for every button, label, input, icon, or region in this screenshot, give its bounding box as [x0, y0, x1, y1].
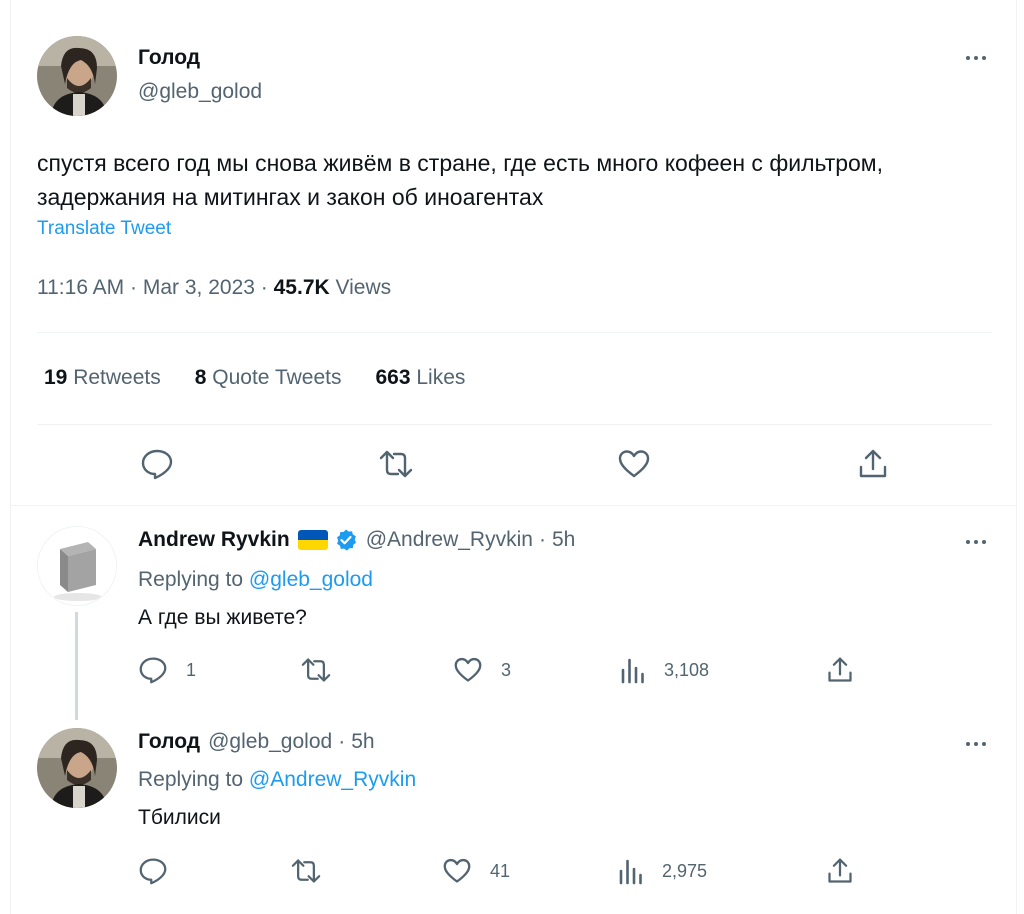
retweets-count: 19 — [44, 366, 68, 389]
analytics-icon — [619, 859, 642, 885]
meta-separator: · — [260, 276, 268, 299]
reply-author-avatar[interactable] — [37, 728, 117, 808]
replying-to-label: Replying to — [138, 768, 244, 791]
analytics-icon — [621, 658, 644, 684]
reply-separator: · — [538, 528, 546, 551]
reply-separator: · — [338, 730, 346, 753]
like-icon — [618, 450, 650, 478]
share-button[interactable] — [826, 655, 854, 685]
like-button[interactable] — [617, 448, 651, 480]
share-icon — [828, 657, 852, 682]
frame-border-left — [10, 0, 11, 914]
translate-tweet-link[interactable]: Translate Tweet — [37, 218, 171, 240]
retweets-label: Retweets — [73, 366, 161, 389]
quote-tweets-label: Quote Tweets — [212, 366, 342, 389]
retweet-icon — [291, 859, 321, 883]
replying-to: Replying to @Andrew_Ryvkin — [138, 768, 416, 792]
view-count: 3,108 — [664, 659, 710, 680]
ukraine-flag-icon — [297, 530, 328, 550]
views-button[interactable]: 3,108 — [620, 656, 709, 684]
more-options-icon[interactable] — [958, 48, 994, 68]
share-button[interactable] — [826, 856, 854, 886]
retweets-stat[interactable]: 19 Retweets — [44, 366, 161, 390]
tweet-stats: 19 Retweets 8 Quote Tweets 663 Likes — [44, 366, 465, 390]
reply-count: 1 — [186, 659, 197, 680]
like-icon — [443, 858, 471, 883]
share-button[interactable] — [857, 447, 889, 481]
like-count: 41 — [490, 860, 511, 881]
author-handle[interactable]: @gleb_golod — [138, 80, 262, 104]
reply-author-avatar[interactable] — [37, 526, 117, 606]
share-icon — [828, 858, 852, 883]
reply-button[interactable] — [138, 857, 168, 885]
tweet-time[interactable]: 11:16 AM — [37, 276, 124, 299]
frame-border-right — [1016, 0, 1017, 914]
likes-count: 663 — [375, 366, 411, 389]
tweet-text: спустя всего год мы снова живём в стране… — [37, 150, 884, 210]
reply-text: А где вы живете? — [138, 606, 307, 629]
views-button[interactable]: 2,975 — [618, 857, 707, 885]
author-name[interactable]: Голод — [138, 46, 200, 70]
reply-author-handle[interactable]: @gleb_golod — [208, 730, 332, 754]
reply-text: Тбилиси — [138, 806, 221, 829]
quote-tweets-count: 8 — [194, 366, 207, 389]
like-icon — [454, 657, 482, 682]
reply-time[interactable]: 5h — [351, 730, 374, 754]
retweet-icon — [301, 658, 331, 682]
divider — [37, 424, 992, 425]
likes-label: Likes — [416, 366, 466, 389]
thread-connector-line — [75, 612, 78, 720]
replying-to-link[interactable]: @Andrew_Ryvkin — [249, 768, 416, 791]
retweet-button[interactable] — [378, 448, 414, 480]
reply-icon — [141, 449, 173, 480]
meta-separator: · — [130, 276, 138, 299]
tweet-meta: 11:16 AM · Mar 3, 2023 · 45.7K Views — [37, 276, 391, 300]
replying-to: Replying to @gleb_golod — [138, 568, 373, 592]
tweet-separator — [10, 505, 1016, 506]
share-icon — [859, 449, 887, 478]
retweet-icon — [379, 450, 413, 478]
reply-button[interactable] — [140, 448, 174, 480]
more-options-icon[interactable] — [958, 734, 994, 754]
retweet-button[interactable] — [300, 656, 332, 684]
retweet-button[interactable] — [290, 857, 322, 885]
likes-stat[interactable]: 663 Likes — [375, 366, 465, 390]
replying-to-link[interactable]: @gleb_golod — [249, 568, 373, 591]
quote-tweets-stat[interactable]: 8 Quote Tweets — [195, 366, 342, 390]
views-label: Views — [335, 276, 392, 299]
like-count: 3 — [501, 659, 512, 680]
divider — [37, 332, 992, 333]
like-button[interactable]: 41 — [442, 857, 510, 885]
reply-author-handle[interactable]: @Andrew_Ryvkin — [366, 528, 533, 552]
views-count: 45.7K — [273, 276, 330, 299]
reply-header: Andrew Ryvkin @Andrew_Ryvkin · 5h — [138, 528, 575, 552]
replying-to-label: Replying to — [138, 568, 244, 591]
reply-icon — [139, 858, 167, 885]
reply-header: Голод @gleb_golod · 5h — [138, 730, 375, 754]
reply-time[interactable]: 5h — [552, 528, 575, 552]
author-avatar[interactable] — [37, 36, 117, 116]
tweet-date[interactable]: Mar 3, 2023 — [143, 276, 255, 299]
reply-author-name[interactable]: Andrew Ryvkin — [138, 528, 290, 552]
like-button[interactable]: 3 — [453, 656, 511, 684]
verified-badge-icon[interactable] — [334, 528, 358, 552]
reply-icon — [139, 657, 167, 684]
view-count: 2,975 — [662, 860, 708, 881]
reply-button[interactable]: 1 — [138, 656, 196, 684]
reply-author-name[interactable]: Голод — [138, 730, 200, 754]
more-options-icon[interactable] — [958, 532, 994, 552]
